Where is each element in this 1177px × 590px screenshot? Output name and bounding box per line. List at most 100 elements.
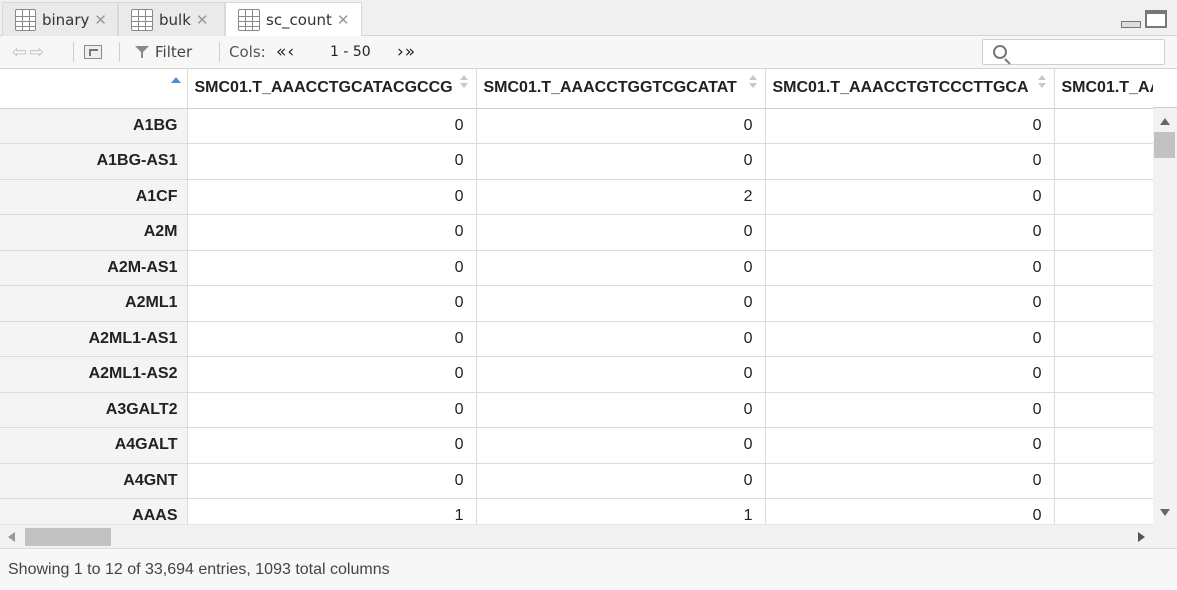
table-cell: 0: [765, 214, 1055, 251]
table-cell: 1: [476, 498, 766, 524]
table-cell: 0: [765, 143, 1055, 180]
table-row: A2ML1 0 0 0: [0, 285, 1153, 322]
scrollbar-corner: [1153, 524, 1177, 548]
table-cell: 0: [765, 285, 1055, 322]
table-row: A1BG-AS1 0 0 0: [0, 143, 1153, 180]
table-cell: 0: [476, 214, 766, 251]
toolbar-divider: [73, 42, 74, 62]
tab-bar: binary ✕ bulk ✕ sc_count ✕: [0, 0, 1177, 37]
scroll-thumb[interactable]: [1154, 132, 1175, 158]
cols-next-button[interactable]: ›»: [397, 36, 416, 68]
scroll-right-icon[interactable]: [1138, 532, 1145, 542]
tab-bulk[interactable]: bulk ✕: [118, 2, 225, 36]
row-name-cell: A2ML1: [0, 285, 188, 322]
table-cell: 0: [187, 108, 477, 144]
close-icon[interactable]: ✕: [196, 11, 209, 29]
table-row: A2ML1-AS2 0 0 0: [0, 356, 1153, 393]
minimize-icon[interactable]: [1121, 21, 1141, 28]
table-cell: 0: [187, 250, 477, 286]
tab-binary[interactable]: binary ✕: [2, 2, 118, 36]
horizontal-scrollbar[interactable]: [0, 524, 1153, 548]
table-cell: 0: [187, 392, 477, 428]
table-row: AAAS 1 1 0: [0, 498, 1153, 524]
table-cell: 0: [765, 321, 1055, 357]
filter-icon: [135, 45, 149, 59]
row-name-cell: A4GNT: [0, 463, 188, 499]
status-bar: Showing 1 to 12 of 33,694 entries, 1093 …: [0, 548, 1177, 590]
scroll-left-icon[interactable]: [8, 532, 15, 542]
filter-label: Filter: [155, 43, 193, 61]
scroll-up-icon[interactable]: [1160, 118, 1170, 125]
table-cell: [1054, 392, 1153, 428]
table-cell: 0: [476, 108, 766, 144]
forward-arrow-icon[interactable]: ⇨: [29, 42, 46, 63]
table-cell: 0: [765, 108, 1055, 144]
column-header[interactable]: SMC01.T_AAACCTGTCCCTTGCA: [765, 69, 1055, 109]
table-cell: 0: [187, 143, 477, 180]
back-forward-arrows[interactable]: ⇦ ⇨: [12, 36, 46, 68]
column-header-rownames[interactable]: [0, 69, 188, 109]
table-cell: 0: [765, 356, 1055, 393]
table-cell: 0: [765, 463, 1055, 499]
table-row: A2M 0 0 0: [0, 214, 1153, 251]
table-cell: 0: [476, 356, 766, 393]
row-name-cell: A2M: [0, 214, 188, 251]
table-row: A1CF 0 2 0: [0, 179, 1153, 215]
column-header[interactable]: SMC01.T_AAAC: [1054, 69, 1153, 109]
sort-ascending-icon: [170, 77, 181, 83]
row-name-cell: A2M-AS1: [0, 250, 188, 286]
status-text: Showing 1 to 12 of 33,694 entries, 1093 …: [8, 561, 390, 578]
cols-prev-button[interactable]: «‹: [276, 36, 295, 68]
tab-label: bulk: [159, 10, 191, 29]
table-cell: 0: [476, 321, 766, 357]
sort-icon: [1037, 75, 1046, 89]
close-icon[interactable]: ✕: [337, 11, 350, 29]
table-cell: 0: [765, 179, 1055, 215]
table-cell: [1054, 498, 1153, 524]
header-filler: [1153, 69, 1177, 108]
row-name-cell: A1CF: [0, 179, 188, 215]
tab-sc-count[interactable]: sc_count ✕: [225, 2, 362, 37]
table-row: A4GALT 0 0 0: [0, 427, 1153, 464]
table-cell: [1054, 143, 1153, 180]
table-cell: [1054, 427, 1153, 464]
search-box[interactable]: [982, 39, 1165, 65]
table-row: A2ML1-AS1 0 0 0: [0, 321, 1153, 357]
table-icon: [131, 8, 153, 31]
table-row: A2M-AS1 0 0 0: [0, 250, 1153, 286]
table-cell: 0: [187, 321, 477, 357]
toolbar: ⇦ ⇨ Filter Cols: «‹ 1 - 50 ›»: [0, 36, 1177, 69]
filter-button[interactable]: Filter: [135, 36, 192, 68]
table-cell: 0: [476, 285, 766, 322]
table-cell: 0: [476, 143, 766, 180]
table-cell: [1054, 214, 1153, 251]
column-header[interactable]: SMC01.T_AAACCTGGTCGCATAT: [476, 69, 766, 109]
table-cell: 0: [765, 427, 1055, 464]
sort-icon: [748, 75, 757, 89]
search-input[interactable]: [1011, 41, 1161, 63]
back-arrow-icon[interactable]: ⇦: [12, 42, 29, 63]
table-row: A1BG 0 0 0: [0, 108, 1153, 144]
maximize-icon[interactable]: [1145, 10, 1167, 28]
scroll-thumb[interactable]: [25, 528, 111, 546]
table-cell: [1054, 321, 1153, 357]
table-cell: 2: [476, 179, 766, 215]
table-cell: 0: [476, 463, 766, 499]
popout-icon[interactable]: [84, 36, 108, 68]
scroll-down-icon[interactable]: [1160, 509, 1170, 516]
table-row: A4GNT 0 0 0: [0, 463, 1153, 499]
row-name-cell: A2ML1-AS2: [0, 356, 188, 393]
header-row: SMC01.T_AAACCTGCATACGCCG SMC01.T_AAACCTG…: [0, 69, 1153, 109]
window-controls: [1121, 10, 1167, 28]
table-cell: 1: [187, 498, 477, 524]
column-header[interactable]: SMC01.T_AAACCTGCATACGCCG: [187, 69, 477, 109]
table-cell: 0: [187, 179, 477, 215]
close-icon[interactable]: ✕: [94, 11, 107, 29]
row-name-cell: A1BG: [0, 108, 188, 144]
vertical-scrollbar[interactable]: [1153, 108, 1177, 524]
row-name-cell: A1BG-AS1: [0, 143, 188, 180]
table-cell: 0: [765, 392, 1055, 428]
table-cell: 0: [476, 392, 766, 428]
data-table: SMC01.T_AAACCTGCATACGCCG SMC01.T_AAACCTG…: [0, 69, 1153, 524]
table-cell: [1054, 179, 1153, 215]
